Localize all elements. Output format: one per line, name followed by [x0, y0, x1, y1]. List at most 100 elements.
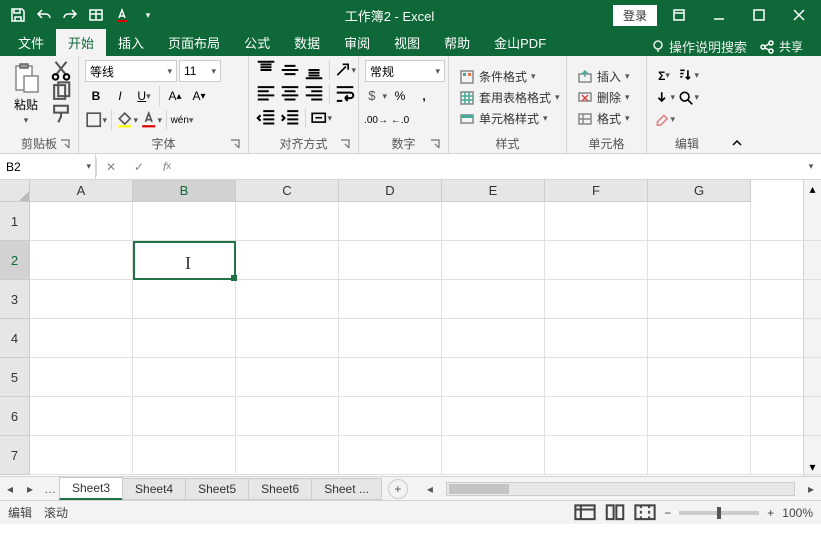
cell[interactable]: [545, 280, 648, 319]
accounting-button[interactable]: $▾: [365, 86, 387, 106]
cell[interactable]: [339, 202, 442, 241]
phonetic-button[interactable]: wén▾: [171, 110, 193, 130]
row-header-7[interactable]: 7: [0, 436, 30, 475]
number-format-combo[interactable]: 常规▾: [365, 60, 445, 82]
row-header-5[interactable]: 5: [0, 358, 30, 397]
font-launcher[interactable]: [230, 139, 240, 149]
page-break-button[interactable]: [634, 504, 656, 522]
maximize-button[interactable]: [741, 3, 777, 27]
tab-data[interactable]: 数据: [282, 29, 332, 56]
hscroll-right[interactable]: ▸: [801, 477, 821, 500]
cell[interactable]: [30, 436, 133, 475]
cell[interactable]: [648, 358, 751, 397]
sheet-tab-sheet4[interactable]: Sheet4: [122, 478, 186, 500]
ribbon-options-button[interactable]: [661, 3, 697, 27]
row-header-3[interactable]: 3: [0, 280, 30, 319]
cell[interactable]: [751, 241, 821, 280]
orientation-button[interactable]: ▾: [334, 60, 356, 80]
cell[interactable]: [545, 319, 648, 358]
delete-cells-button[interactable]: 删除▾: [573, 88, 634, 107]
font-color-button[interactable]: ▾: [140, 110, 162, 130]
cell[interactable]: [442, 397, 545, 436]
col-header-D[interactable]: D: [339, 180, 442, 201]
cell[interactable]: [545, 241, 648, 280]
cell[interactable]: [236, 241, 339, 280]
cell[interactable]: [648, 397, 751, 436]
cell[interactable]: [442, 280, 545, 319]
decrease-font-button[interactable]: A▾: [188, 86, 210, 106]
comma-button[interactable]: ,: [413, 86, 435, 106]
cell[interactable]: [236, 436, 339, 475]
cell[interactable]: [30, 241, 133, 280]
cell[interactable]: [339, 397, 442, 436]
tab-help[interactable]: 帮助: [432, 29, 482, 56]
scroll-up-button[interactable]: ▴: [804, 180, 821, 198]
sheet-nav-more[interactable]: …: [40, 477, 60, 500]
horizontal-scrollbar[interactable]: [446, 482, 795, 496]
paste-button[interactable]: 粘贴 ▾: [6, 60, 46, 128]
cell[interactable]: [442, 436, 545, 475]
cell[interactable]: [236, 358, 339, 397]
select-all-corner[interactable]: [0, 180, 30, 202]
wrap-text-button[interactable]: [334, 84, 356, 104]
cell[interactable]: [751, 280, 821, 319]
cell[interactable]: [545, 202, 648, 241]
login-button[interactable]: 登录: [613, 5, 657, 26]
cell[interactable]: [133, 358, 236, 397]
tab-formulas[interactable]: 公式: [232, 29, 282, 56]
decrease-decimal-button[interactable]: ←.0: [389, 110, 411, 130]
align-launcher[interactable]: [340, 139, 350, 149]
tab-view[interactable]: 视图: [382, 29, 432, 56]
autosum-button[interactable]: Σ▾: [653, 66, 675, 86]
cell[interactable]: [751, 397, 821, 436]
cell[interactable]: [545, 436, 648, 475]
font-size-combo[interactable]: 11▾: [179, 60, 221, 82]
sheet-tab-sheet5[interactable]: Sheet5: [185, 478, 249, 500]
cell[interactable]: [648, 436, 751, 475]
add-sheet-button[interactable]: +: [388, 479, 408, 499]
sheet-tab-sheet6[interactable]: Sheet6: [248, 478, 312, 500]
increase-font-button[interactable]: A▴: [164, 86, 186, 106]
enter-formula-button[interactable]: ✓: [125, 154, 153, 179]
minimize-button[interactable]: [701, 3, 737, 27]
cell[interactable]: [545, 397, 648, 436]
sheet-tab-sheet3[interactable]: Sheet3: [59, 477, 123, 500]
share-button[interactable]: 共享: [755, 37, 807, 56]
increase-decimal-button[interactable]: .00→: [365, 110, 387, 130]
cell[interactable]: [648, 241, 751, 280]
zoom-out-button[interactable]: −: [664, 506, 671, 520]
font-name-combo[interactable]: 等线▾: [85, 60, 177, 82]
sheet-nav-prev[interactable]: ◂: [0, 477, 20, 500]
name-box[interactable]: B2▾: [0, 154, 96, 179]
cell[interactable]: [30, 280, 133, 319]
cell[interactable]: [751, 358, 821, 397]
cell[interactable]: [751, 202, 821, 241]
tab-file[interactable]: 文件: [6, 29, 56, 56]
font-color-icon[interactable]: [110, 3, 134, 27]
align-left-button[interactable]: [255, 84, 277, 104]
save-button[interactable]: [6, 3, 30, 27]
insert-cells-button[interactable]: 插入▾: [573, 67, 634, 86]
cell[interactable]: [30, 319, 133, 358]
cell[interactable]: [30, 397, 133, 436]
cell[interactable]: [133, 280, 236, 319]
cell[interactable]: [30, 358, 133, 397]
conditional-format-button[interactable]: 条件格式▾: [455, 67, 540, 86]
fill-button[interactable]: ▾: [653, 88, 675, 108]
cell[interactable]: [545, 358, 648, 397]
align-bottom-button[interactable]: [303, 60, 325, 80]
col-header-G[interactable]: G: [648, 180, 751, 201]
cell[interactable]: [236, 202, 339, 241]
cell[interactable]: [339, 319, 442, 358]
format-painter-button[interactable]: [50, 104, 72, 124]
cell[interactable]: [648, 280, 751, 319]
cell[interactable]: [442, 202, 545, 241]
align-center-button[interactable]: [279, 84, 301, 104]
tab-insert[interactable]: 插入: [106, 29, 156, 56]
col-header-E[interactable]: E: [442, 180, 545, 201]
hscroll-left[interactable]: ◂: [420, 477, 440, 500]
sort-filter-button[interactable]: ▾: [677, 66, 699, 86]
tab-home[interactable]: 开始: [56, 29, 106, 56]
clipboard-launcher[interactable]: [60, 139, 70, 149]
col-header-C[interactable]: C: [236, 180, 339, 201]
